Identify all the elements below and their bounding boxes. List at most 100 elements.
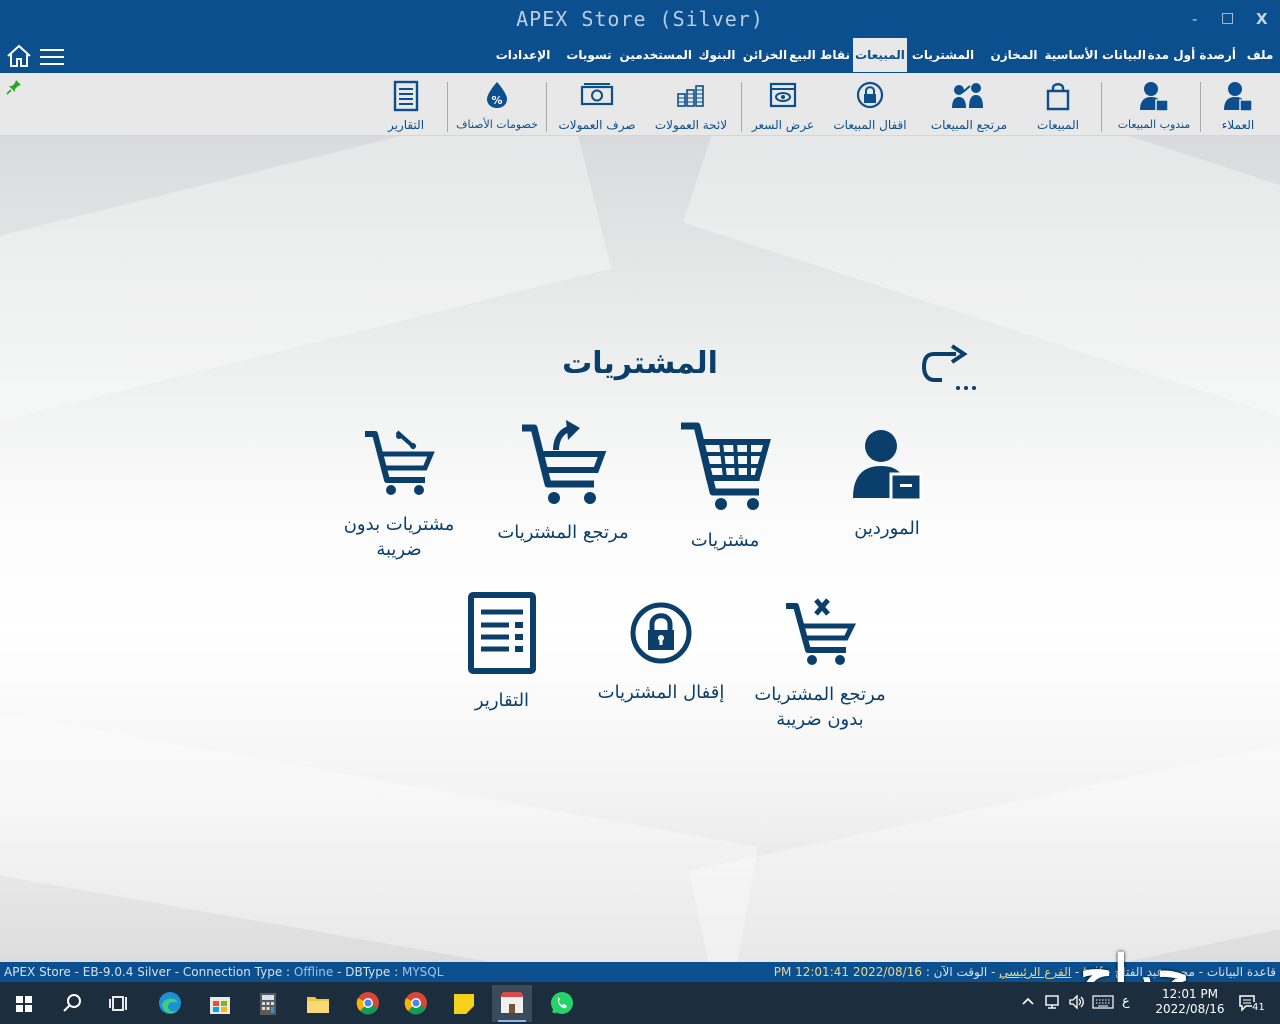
close-button[interactable]: X bbox=[1256, 10, 1268, 28]
status-right: قاعدة البيانات - محمد عبد الفتاح - taif … bbox=[774, 962, 1276, 982]
ribbon-divider bbox=[741, 82, 742, 132]
sales-return-icon bbox=[952, 83, 983, 108]
clock[interactable]: 12:01 PM 2022/08/16 bbox=[1150, 982, 1230, 1024]
ribbon-label: اقفال المبيعات bbox=[833, 118, 907, 132]
notification-center[interactable]: 41 bbox=[1236, 982, 1276, 1024]
status-sep: - bbox=[1071, 965, 1080, 979]
lock-circle-icon bbox=[630, 602, 692, 664]
ribbon-label: مندوب المبيعات bbox=[1117, 118, 1191, 131]
network-icon[interactable] bbox=[1044, 994, 1062, 1010]
cart-icon bbox=[681, 422, 771, 510]
ribbon-label: العملاء bbox=[1221, 118, 1255, 132]
language-indicator[interactable]: ع bbox=[1122, 994, 1130, 1009]
ribbon-label: خصومات الأصناف bbox=[456, 118, 538, 131]
store-icon[interactable] bbox=[200, 985, 240, 1022]
item-label: مرتجع المشتريات بدون ضريبة bbox=[754, 684, 886, 730]
ribbon-sales[interactable]: المبيعات bbox=[1036, 80, 1080, 136]
tab-banks[interactable]: البنوك bbox=[696, 38, 738, 72]
background-facet bbox=[688, 725, 1280, 962]
maximize-button[interactable]: □ bbox=[1221, 10, 1234, 26]
ribbon-divider bbox=[546, 82, 547, 132]
ribbon-close-sales[interactable]: اقفال المبيعات bbox=[833, 80, 907, 136]
db-type-value: MYSQL bbox=[401, 965, 444, 979]
now-label: الوقت الآن : bbox=[925, 965, 988, 979]
tab-pos[interactable]: نقاط البيع bbox=[789, 38, 850, 72]
tab-warehouses[interactable]: المخازن bbox=[982, 38, 1046, 72]
sales-rep-icon bbox=[1140, 82, 1169, 112]
item-suppliers[interactable]: الموردين bbox=[832, 426, 942, 541]
calculator-icon[interactable] bbox=[248, 985, 288, 1022]
ribbon-label: عرض السعر bbox=[751, 118, 815, 132]
ribbon-label: المبيعات bbox=[1037, 118, 1079, 132]
tab-users[interactable]: المستخدمين bbox=[620, 38, 692, 72]
background-facet bbox=[683, 136, 1280, 439]
cart-return-icon bbox=[522, 420, 607, 504]
report-icon bbox=[468, 592, 536, 674]
hamburger-menu-icon[interactable] bbox=[40, 47, 64, 67]
branch-link[interactable]: الفرع الرئيسي bbox=[999, 965, 1071, 979]
ribbon-reports[interactable]: التقارير bbox=[384, 80, 428, 136]
ribbon-commission-pay[interactable]: صرف العمولات bbox=[558, 80, 636, 136]
ribbon-customers[interactable]: العملاء bbox=[1214, 80, 1262, 136]
back-arrow-icon[interactable] bbox=[920, 342, 978, 394]
coins-icon bbox=[677, 85, 704, 107]
item-label: إقفال المشتريات bbox=[597, 682, 725, 703]
item-purchase-returns-no-tax[interactable]: مرتجع المشتريات بدون ضريبة bbox=[750, 596, 890, 732]
report-icon bbox=[393, 80, 419, 112]
clock-time: 12:01 PM bbox=[1162, 987, 1218, 1001]
file-explorer-icon[interactable] bbox=[298, 985, 338, 1022]
ribbon-price-quote[interactable]: عرض السعر bbox=[752, 80, 814, 136]
title-bar: APEX Store (Silver) - □ X bbox=[0, 0, 1280, 40]
tab-basic-data[interactable]: البيانات الأساسية bbox=[1044, 38, 1146, 72]
connection-label: Connection Type : bbox=[182, 965, 291, 979]
item-close-purchases[interactable]: إقفال المشتريات bbox=[596, 600, 726, 705]
current-datetime: PM 12:01:41 2022/08/16 bbox=[773, 965, 922, 979]
connection-value: Offline bbox=[293, 965, 334, 979]
cart-cancel-icon bbox=[786, 598, 856, 665]
item-label: الموردين bbox=[854, 518, 920, 539]
ribbon-sales-rep[interactable]: مندوب المبيعات bbox=[1118, 80, 1190, 136]
tab-file[interactable]: ملف bbox=[1240, 38, 1280, 72]
item-purchases-no-tax[interactable]: مشتريات بدون ضريبة bbox=[336, 428, 462, 562]
sticky-notes-icon[interactable] bbox=[444, 985, 484, 1022]
tab-adjustments[interactable]: تسويات bbox=[562, 38, 616, 72]
ribbon-sales-return[interactable]: مرتجع المبيعات bbox=[931, 80, 1007, 136]
supplier-icon bbox=[853, 430, 923, 502]
item-purchase-returns[interactable]: مرتجع المشتريات bbox=[496, 420, 630, 545]
pin-icon[interactable] bbox=[6, 79, 22, 95]
ribbon-label: لائحة العمولات bbox=[654, 118, 728, 132]
main-panel bbox=[0, 136, 1280, 962]
home-icon[interactable] bbox=[6, 44, 32, 68]
chrome-profile-icon[interactable] bbox=[396, 985, 436, 1022]
search-icon[interactable] bbox=[52, 985, 92, 1022]
tab-settings[interactable]: الإعدادات bbox=[490, 38, 556, 72]
whatsapp-icon[interactable] bbox=[542, 985, 582, 1022]
db-type-label: DBType : bbox=[345, 965, 399, 979]
item-purchases[interactable]: مشتريات bbox=[670, 420, 780, 553]
window-title: APEX Store (Silver) bbox=[516, 7, 764, 31]
notification-count: 41 bbox=[1252, 1002, 1265, 1013]
background-facet bbox=[0, 707, 758, 962]
ribbon-commission-list[interactable]: لائحة العمولات bbox=[655, 80, 727, 136]
item-reports[interactable]: التقارير bbox=[448, 592, 556, 713]
section-title: المشتريات bbox=[562, 346, 718, 381]
item-label: مشتريات bbox=[690, 530, 760, 551]
edge-icon[interactable] bbox=[150, 985, 190, 1022]
keyboard-icon[interactable] bbox=[1092, 995, 1114, 1009]
task-view-icon[interactable] bbox=[100, 985, 140, 1022]
lock-icon bbox=[856, 81, 884, 109]
status-sep: - bbox=[174, 965, 183, 979]
start-icon[interactable] bbox=[4, 985, 44, 1022]
ribbon-item-discounts[interactable]: % خصومات الأصناف bbox=[456, 80, 538, 136]
chevron-up-icon[interactable] bbox=[1020, 994, 1036, 1010]
tab-purchases[interactable]: المشتريات bbox=[910, 38, 976, 72]
ribbon-label: التقارير bbox=[387, 118, 425, 132]
apex-store-taskbar[interactable] bbox=[492, 985, 532, 1022]
minimize-button[interactable]: - bbox=[1192, 10, 1197, 28]
item-label: التقارير bbox=[474, 690, 530, 711]
tab-treasuries[interactable]: الخزائن bbox=[742, 38, 788, 72]
volume-icon[interactable] bbox=[1068, 994, 1086, 1010]
chrome-icon[interactable] bbox=[348, 985, 388, 1022]
tab-sales[interactable]: المبيعات bbox=[853, 38, 907, 72]
tab-opening-balances[interactable]: أرصدة أول مدة bbox=[1148, 38, 1236, 72]
